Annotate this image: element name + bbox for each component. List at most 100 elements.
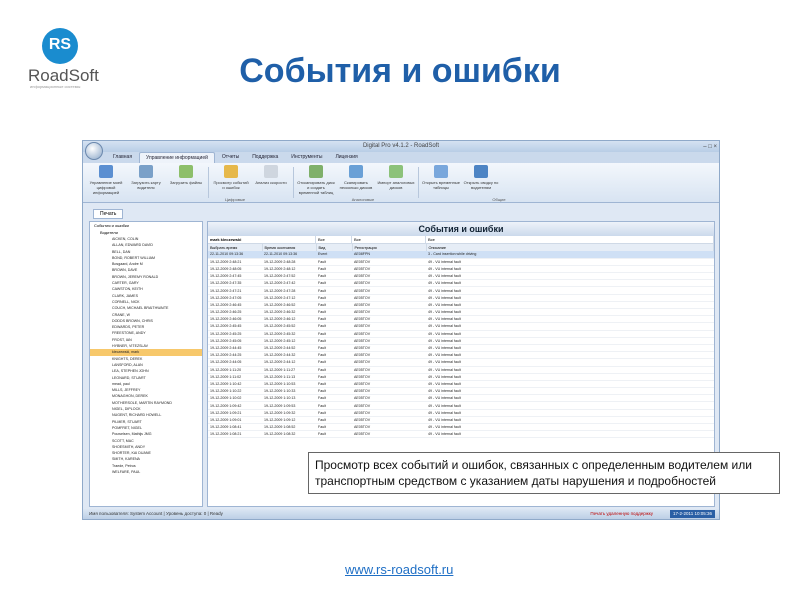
remote-support-link[interactable]: Печать удаленную поддержку: [590, 509, 653, 519]
registration-filter[interactable]: Все: [352, 236, 426, 243]
ribbon-button-9[interactable]: Открыть сводку по водителям: [462, 165, 500, 200]
tab-2[interactable]: Отчеты: [216, 152, 245, 163]
table-cell: 49 - VU internal fault: [426, 308, 714, 317]
column-header[interactable]: Регистрация: [352, 244, 427, 251]
ribbon-button-0[interactable]: Управление моей цифровой информацией: [87, 165, 125, 200]
table-cell: 19-12-2009 2:48:12: [262, 265, 316, 274]
ribbon-button-7[interactable]: Импорт аналоговых дисков: [377, 165, 415, 200]
column-header[interactable]: Вид: [316, 244, 353, 251]
table-row[interactable]: 19-12-2009 2:45:45 19-12-2009 2:45:52 Faul…: [208, 322, 714, 331]
table-cell: 22-11-2010 09:13:36: [262, 251, 316, 259]
table-row[interactable]: 19-12-2009 2:46:45 19-12-2009 2:46:52 Faul…: [208, 301, 714, 310]
tree-driver-item[interactable]: WELFARE, PAUL: [90, 469, 202, 475]
ribbon-button-8[interactable]: Открыть временные таблицы: [422, 165, 460, 200]
ribbon-button-label: Просмотр событий и ошибок: [213, 180, 249, 190]
ribbon-button-1[interactable]: Загрузить карту водителя: [127, 165, 165, 200]
table-cell: Fault: [316, 301, 352, 310]
table-row[interactable]: 19-12-2009 1:09:01 19-12-2009 1:09:12 Faul…: [208, 416, 714, 425]
ribbon-button-6[interactable]: Сканировать несколько дисков: [337, 165, 375, 200]
table-cell: AE05TOV: [352, 380, 426, 389]
status-bar: Имя пользователя: System Account | Урове…: [83, 509, 719, 519]
table-row[interactable]: 19-12-2009 1:08:41 19-12-2009 1:08:52 Faul…: [208, 423, 714, 432]
website-link[interactable]: www.rs-roadsoft.ru: [345, 562, 453, 577]
table-row[interactable]: 19-12-2009 1:10:22 19-12-2009 1:10:33 Faul…: [208, 387, 714, 396]
window-controls[interactable]: – □ ×: [703, 142, 717, 153]
column-header[interactable]: Время окончания: [262, 244, 317, 251]
table-cell: AE05TOV: [352, 279, 426, 288]
table-cell: Fault: [316, 358, 352, 367]
table-row[interactable]: 19-12-2009 1:09:21 19-12-2009 1:09:32 Faul…: [208, 409, 714, 417]
ribbon-button-icon: [434, 165, 448, 178]
ribbon-button-icon: [139, 165, 153, 178]
description-filter[interactable]: Все: [426, 236, 714, 243]
table-row[interactable]: 19-12-2009 2:45:05 19-12-2009 2:45:12 Faul…: [208, 337, 714, 345]
table-row[interactable]: 19-12-2009 2:47:45 19-12-2009 2:47:52 Faul…: [208, 272, 714, 281]
table-row[interactable]: 19-12-2009 1:09:42 19-12-2009 1:09:53 Faul…: [208, 401, 714, 410]
table-row[interactable]: 19-12-2009 1:08:21 19-12-2009 1:08:32 Faul…: [208, 430, 714, 439]
ribbon-button-2[interactable]: Загрузить файлы: [167, 165, 205, 200]
table-cell: Fault: [316, 351, 352, 360]
ribbon-button-icon: [474, 165, 488, 178]
ribbon-button-icon: [224, 165, 238, 178]
table-row[interactable]: 19-12-2009 2:44:45 19-12-2009 2:44:52 Faul…: [208, 344, 714, 353]
ribbon-button-label: Сканировать несколько дисков: [339, 180, 373, 190]
table-cell: 49 - VU internal fault: [426, 351, 714, 360]
table-cell: 19-12-2009 2:47:45: [208, 272, 262, 281]
table-cell: AE05TOV: [352, 322, 426, 331]
table-row[interactable]: 19-12-2009 1:11:02 19-12-2009 1:11:13 Faul…: [208, 373, 714, 381]
ribbon-separator: [293, 167, 294, 198]
ribbon-toolbar: Управление моей цифровой информацией Загр…: [83, 163, 719, 203]
table-row[interactable]: 22-11-2010 09:13:36 22-11-2010 09:13:36 Ev…: [208, 251, 714, 259]
driver-filter[interactable]: mark kleczewski: [208, 236, 316, 243]
table-cell: Fault: [316, 330, 352, 338]
tab-4[interactable]: Инструменты: [285, 152, 328, 163]
table-row[interactable]: 19-12-2009 2:47:21 19-12-2009 2:47:28 Faul…: [208, 286, 714, 295]
table-cell: 19-12-2009 1:10:42: [208, 380, 262, 389]
print-tab[interactable]: Печать: [93, 209, 124, 219]
table-row[interactable]: 19-12-2009 2:46:25 19-12-2009 2:46:32 Faul…: [208, 308, 714, 317]
table-row[interactable]: 19-12-2009 2:44:05 19-12-2009 2:44:12 Faul…: [208, 358, 714, 367]
table-cell: 19-12-2009 1:11:27: [262, 366, 316, 374]
table-cell: 49 - VU internal fault: [426, 265, 714, 274]
tab-0[interactable]: Главная: [107, 152, 138, 163]
table-cell: 19-12-2009 2:48:21: [208, 258, 262, 266]
table-row[interactable]: 19-12-2009 2:48:05 19-12-2009 2:48:12 Faul…: [208, 265, 714, 274]
ribbon-button-label: Загрузить файлы: [169, 180, 203, 185]
table-row[interactable]: 19-12-2009 1:11:20 19-12-2009 1:11:27 Faul…: [208, 366, 714, 374]
table-cell: 19-12-2009 2:47:21: [208, 286, 262, 295]
table-cell: 19-12-2009 2:47:52: [262, 272, 316, 281]
tab-5[interactable]: Лицензия: [329, 152, 363, 163]
column-header[interactable]: Выбрать время: [208, 244, 263, 251]
table-row[interactable]: 19-12-2009 2:45:25 19-12-2009 2:45:32 Faul…: [208, 330, 714, 338]
column-header[interactable]: Описание: [426, 244, 714, 251]
ribbon-button-3[interactable]: Просмотр событий и ошибок: [212, 165, 250, 200]
app-menu-orb-icon[interactable]: [85, 142, 103, 160]
table-cell: Fault: [316, 337, 352, 345]
ribbon-button-4[interactable]: Анализ скорости: [252, 165, 290, 200]
table-cell: 19-12-2009 1:09:32: [262, 409, 316, 417]
table-row[interactable]: 19-12-2009 1:10:02 19-12-2009 1:10:13 Faul…: [208, 394, 714, 403]
ribbon-button-icon: [264, 165, 278, 178]
type-filter[interactable]: Все: [316, 236, 352, 243]
table-cell: 49 - VU internal fault: [426, 366, 714, 374]
table-cell: 19-12-2009 2:45:45: [208, 322, 262, 331]
filter-row: mark kleczewski Все Все Все: [208, 236, 714, 244]
tree-root[interactable]: События и ошибки: [90, 222, 202, 229]
table-cell: Fault: [316, 322, 352, 331]
table-row[interactable]: 19-12-2009 1:10:42 19-12-2009 1:10:53 Faul…: [208, 380, 714, 389]
tab-1[interactable]: Управление информацией: [139, 152, 215, 163]
table-cell: Fault: [316, 294, 352, 302]
table-row[interactable]: 19-12-2009 2:47:35 19-12-2009 2:47:42 Faul…: [208, 279, 714, 288]
tree-group-drivers[interactable]: Водители: [90, 229, 202, 236]
table-cell: 19-12-2009 2:46:45: [208, 301, 262, 310]
ribbon-button-5[interactable]: Отсканировать диск и создать временной т…: [297, 165, 335, 200]
table-cell: 49 - VU internal fault: [426, 322, 714, 331]
table-row[interactable]: 19-12-2009 2:46:05 19-12-2009 2:46:12 Faul…: [208, 315, 714, 324]
table-cell: 49 - VU internal fault: [426, 380, 714, 389]
tab-3[interactable]: Поддержка: [246, 152, 284, 163]
table-cell: 19-12-2009 1:08:32: [262, 430, 316, 439]
table-cell: 49 - VU internal fault: [426, 315, 714, 324]
table-row[interactable]: 19-12-2009 2:47:05 19-12-2009 2:47:12 Faul…: [208, 294, 714, 302]
table-row[interactable]: 19-12-2009 2:44:25 19-12-2009 2:44:32 Faul…: [208, 351, 714, 360]
table-row[interactable]: 19-12-2009 2:48:21 19-12-2009 2:48:28 Faul…: [208, 258, 714, 266]
